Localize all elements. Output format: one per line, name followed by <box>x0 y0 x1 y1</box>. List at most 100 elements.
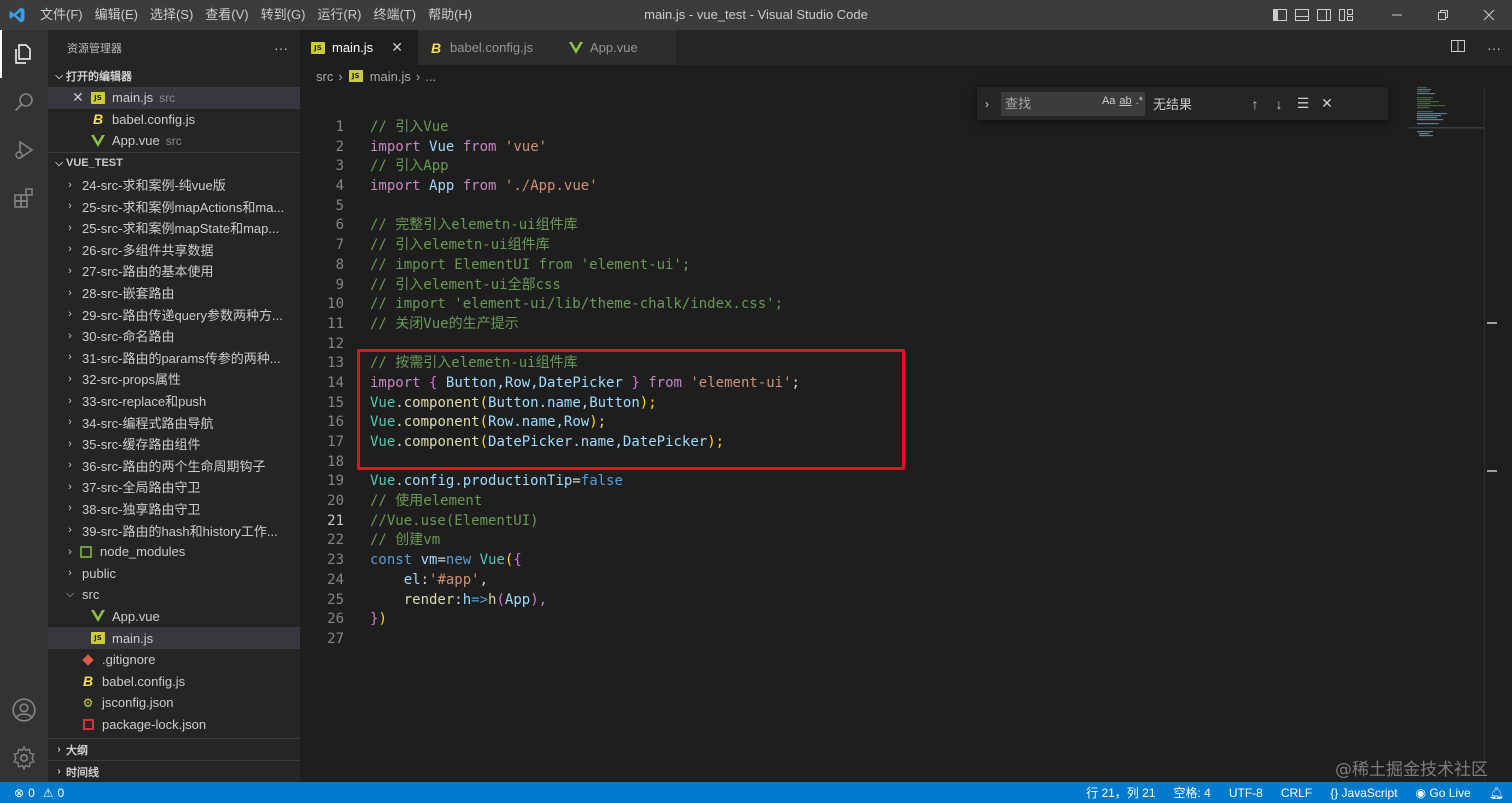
folder-item[interactable]: › 34-src-编程式路由导航 <box>48 411 300 433</box>
folder-item[interactable]: › 38-src-独享路由守卫 <box>48 498 300 520</box>
more-actions-icon[interactable]: ··· <box>1476 40 1512 56</box>
language-mode[interactable]: {} JavaScript <box>1330 786 1397 800</box>
toggle-secondary-sidebar-icon[interactable] <box>1316 7 1332 23</box>
toggle-panel-icon[interactable] <box>1294 7 1310 23</box>
open-editor-item[interactable]: ✕ JS main.js src <box>48 87 300 109</box>
breadcrumb-symbol[interactable]: ... <box>425 69 436 84</box>
use-regex-icon[interactable]: .* <box>1136 95 1143 107</box>
chevron-right-icon: › <box>68 459 72 472</box>
menu-file[interactable]: 文件(F) <box>34 0 89 30</box>
tab-app-vue[interactable]: App.vue <box>558 30 676 65</box>
menu-help[interactable]: 帮助(H) <box>422 0 478 30</box>
file-app-vue[interactable]: App.vue <box>48 606 300 628</box>
folder-item[interactable]: › 29-src-路由传递query参数两种方... <box>48 303 300 325</box>
folder-label: public <box>82 565 116 581</box>
folder-item[interactable]: › 28-src-嵌套路由 <box>48 282 300 304</box>
folder-label: 31-src-路由的params传参的两种... <box>82 350 281 366</box>
account-icon[interactable] <box>0 686 48 734</box>
folder-label: 33-src-replace和push <box>82 394 207 410</box>
search-icon[interactable] <box>0 78 48 126</box>
file-babel-config[interactable]: B babel.config.js <box>48 670 300 692</box>
find-input-box[interactable]: Aa ab .* <box>1001 91 1145 116</box>
breadcrumb: src › JS main.js › ... <box>300 65 436 87</box>
project-header[interactable]: ⌵ VUE_TEST <box>48 151 300 174</box>
indentation[interactable]: 空格: 4 <box>1174 784 1211 801</box>
folder-src[interactable]: ⌵ src <box>48 584 300 606</box>
menu-selection[interactable]: 选择(S) <box>144 0 199 30</box>
menu-terminal[interactable]: 终端(T) <box>367 0 422 30</box>
explorer-sidebar: 资源管理器 ··· ⌵ 打开的编辑器 ✕ JS main.js src B ba… <box>48 30 300 782</box>
folder-item[interactable]: › 26-src-多组件共享数据 <box>48 239 300 261</box>
problems-status[interactable]: ⊗ 0 ⚠ 0 <box>0 786 64 800</box>
toggle-replace-icon[interactable]: › <box>977 97 997 111</box>
tab-main-js[interactable]: JS main.js ✕ <box>300 30 418 65</box>
folder-label: 24-src-求和案例-纯vue版 <box>82 178 226 194</box>
error-icon: ⊗ <box>14 785 25 800</box>
outline-header[interactable]: › 大纲 <box>48 738 300 760</box>
toggle-sidebar-icon[interactable] <box>1272 7 1288 23</box>
folder-item[interactable]: › public <box>48 562 300 584</box>
match-whole-word-icon[interactable]: ab <box>1119 95 1131 107</box>
menu-go[interactable]: 转到(G) <box>255 0 312 30</box>
folder-item[interactable]: › 39-src-路由的hash和history工作... <box>48 519 300 541</box>
extensions-icon[interactable] <box>0 174 48 222</box>
braces-icon: {} <box>1330 785 1339 800</box>
folder-item[interactable]: › 36-src-路由的两个生命周期钩子 <box>48 455 300 477</box>
file-main-js[interactable]: JS main.js <box>48 627 300 649</box>
find-input[interactable] <box>1005 96 1085 111</box>
folder-item[interactable]: › node_modules <box>48 541 300 563</box>
breadcrumb-folder[interactable]: src <box>316 69 333 84</box>
encoding[interactable]: UTF-8 <box>1229 786 1263 800</box>
code-editor[interactable]: 1// 引入Vue 2 import Vue from 'vue' 3// 引入A… <box>300 87 1498 782</box>
minimap[interactable] <box>1409 87 1484 782</box>
file-gitignore[interactable]: .gitignore <box>48 649 300 671</box>
settings-gear-icon[interactable] <box>0 734 48 782</box>
go-live-button[interactable]: ◉ Go Live <box>1416 786 1471 800</box>
close-icon[interactable]: ✕ <box>72 89 90 106</box>
file-jsconfig[interactable]: ⚙ jsconfig.json <box>48 692 300 714</box>
menu-view[interactable]: 查看(V) <box>199 0 254 30</box>
customize-layout-icon[interactable] <box>1338 7 1354 23</box>
js-file-icon: JS <box>348 68 364 84</box>
folder-item[interactable]: › 32-src-props属性 <box>48 368 300 390</box>
split-editor-icon[interactable] <box>1440 38 1476 57</box>
close-window-icon[interactable] <box>1466 0 1512 30</box>
open-editor-item[interactable]: B babel.config.js <box>48 109 300 131</box>
folder-item[interactable]: › 31-src-路由的params传参的两种... <box>48 347 300 369</box>
restore-icon[interactable] <box>1420 0 1466 30</box>
editor-scrollbar[interactable] <box>1484 87 1498 782</box>
match-case-icon[interactable]: Aa <box>1102 95 1115 107</box>
folder-item[interactable]: › 35-src-缓存路由组件 <box>48 433 300 455</box>
open-editors-header[interactable]: ⌵ 打开的编辑器 <box>48 65 300 87</box>
open-editor-item[interactable]: App.vue src <box>48 130 300 152</box>
folder-item[interactable]: › 27-src-路由的基本使用 <box>48 260 300 282</box>
folder-label: 30-src-命名路由 <box>82 329 175 345</box>
run-debug-icon[interactable] <box>0 126 48 174</box>
folder-item[interactable]: › 25-src-求和案例mapActions和ma... <box>48 195 300 217</box>
close-find-icon[interactable]: ✕ <box>1315 95 1339 112</box>
folder-item[interactable]: › 24-src-求和案例-纯vue版 <box>48 174 300 196</box>
red-highlight-box <box>357 349 905 470</box>
folder-item[interactable]: › 37-src-全局路由守卫 <box>48 476 300 498</box>
menu-edit[interactable]: 编辑(E) <box>89 0 144 30</box>
folder-item[interactable]: › 25-src-求和案例mapState和map... <box>48 217 300 239</box>
arrow-down-icon[interactable]: ↓ <box>1267 96 1291 112</box>
minimize-icon[interactable] <box>1374 0 1420 30</box>
folder-label: 38-src-独享路由守卫 <box>82 501 201 517</box>
explorer-icon[interactable] <box>0 30 48 78</box>
end-of-line[interactable]: CRLF <box>1281 786 1312 800</box>
tab-babel-config[interactable]: B babel.config.js <box>418 30 558 65</box>
file-package-lock[interactable]: package-lock.json <box>48 714 300 736</box>
menu-run[interactable]: 运行(R) <box>311 0 367 30</box>
breadcrumb-file[interactable]: main.js <box>370 69 411 84</box>
cursor-position[interactable]: 行 21，列 21 <box>1086 784 1155 801</box>
babel-file-icon: B <box>82 673 94 690</box>
more-actions-icon[interactable]: ··· <box>274 40 288 56</box>
timeline-header[interactable]: › 时间线 <box>48 760 300 782</box>
folder-item[interactable]: › 33-src-replace和push <box>48 390 300 412</box>
close-tab-icon[interactable]: ✕ <box>391 39 403 56</box>
arrow-up-icon[interactable]: ↑ <box>1243 96 1267 112</box>
folder-item[interactable]: › 30-src-命名路由 <box>48 325 300 347</box>
notifications-bell-icon[interactable]: 🔔︎ <box>1489 786 1504 800</box>
find-in-selection-icon[interactable]: ☰ <box>1291 95 1315 112</box>
